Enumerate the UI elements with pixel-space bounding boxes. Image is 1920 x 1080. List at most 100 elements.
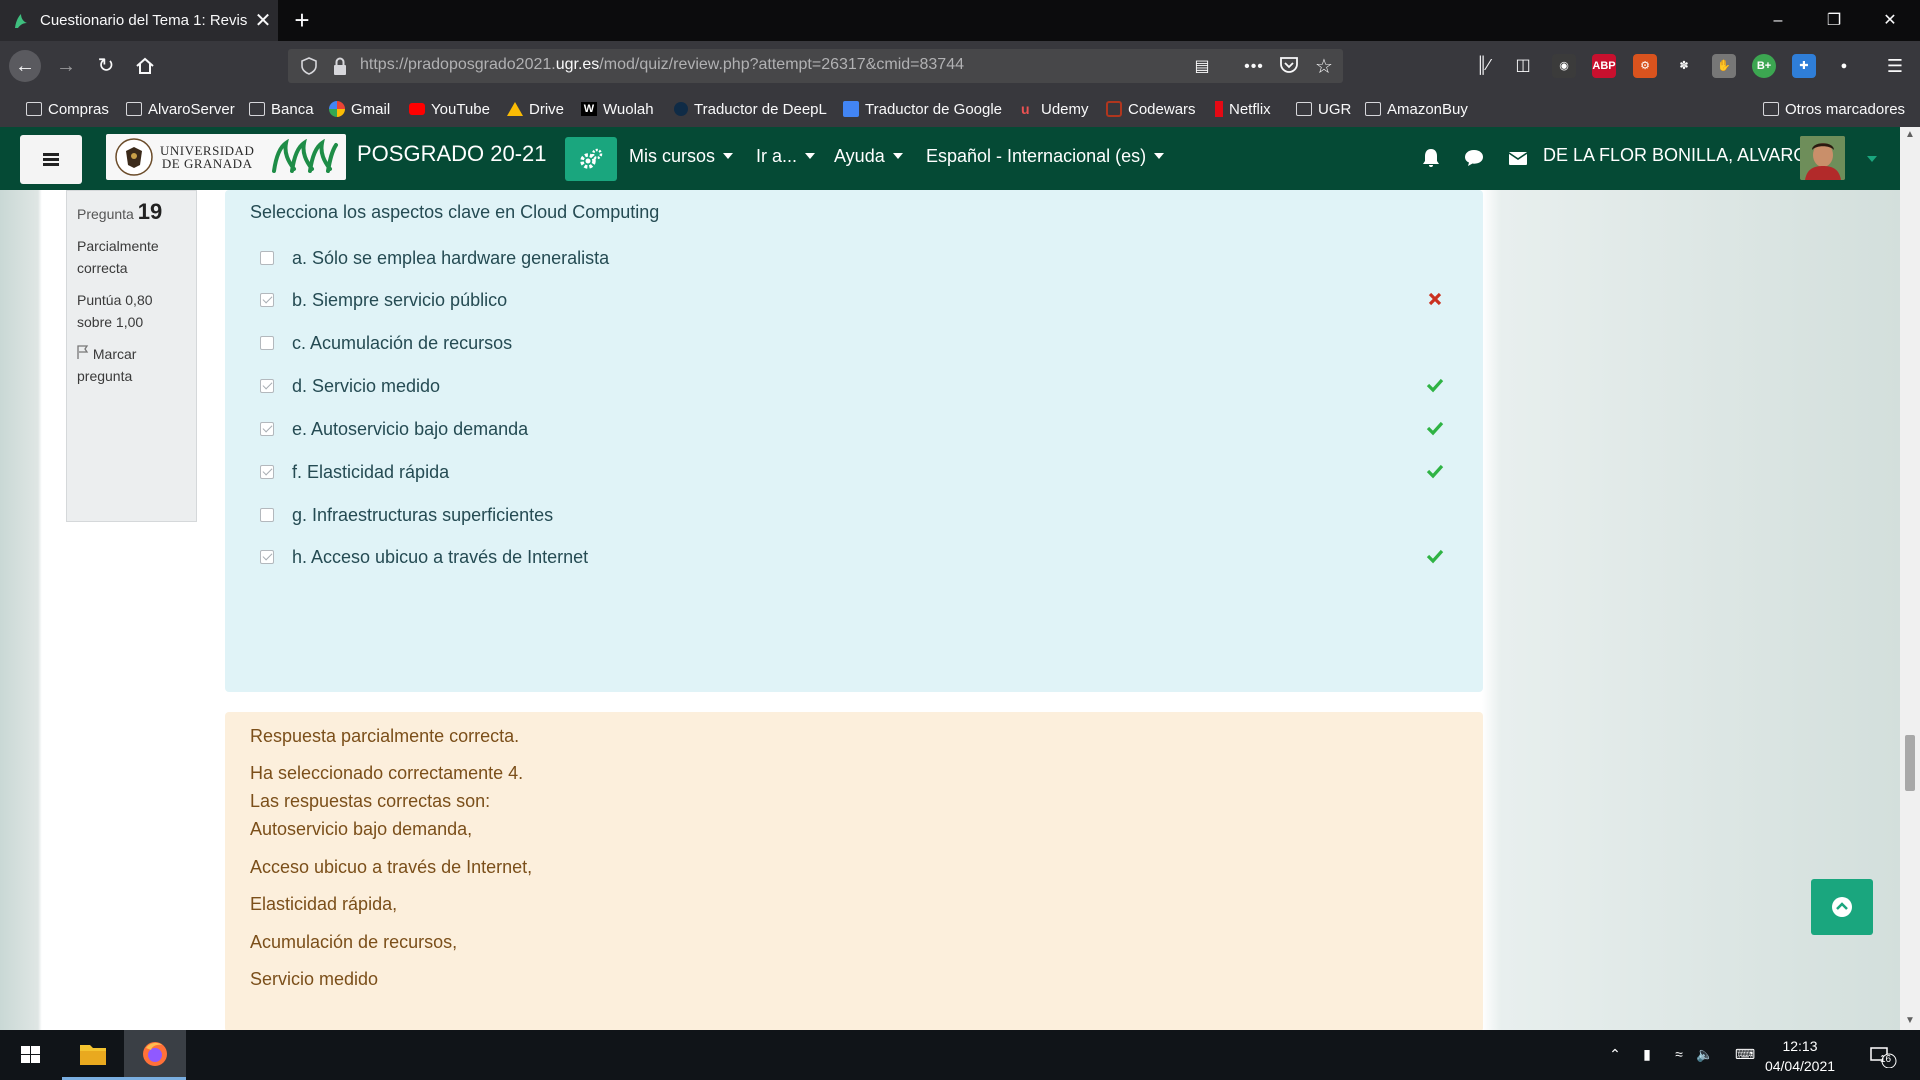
site-title[interactable]: POSGRADO 20-21: [357, 141, 547, 167]
start-button[interactable]: [0, 1030, 62, 1080]
answer-label: d. Servicio medido: [292, 375, 441, 396]
bookmark-youtube[interactable]: YouTube: [409, 91, 490, 127]
extension-hand-icon[interactable]: ✋: [1712, 54, 1736, 78]
answer-option[interactable]: b. Siempre servicio público: [260, 286, 507, 314]
user-name[interactable]: DE LA FLOR BONILLA, ALVARO: [1543, 145, 1807, 166]
adblock-plus-icon[interactable]: ABP: [1592, 54, 1616, 78]
bookmark-deepl[interactable]: Traductor de DeepL: [674, 91, 827, 127]
chevron-up-icon: [1832, 897, 1852, 917]
page-scrollbar[interactable]: ▲ ▼: [1900, 127, 1920, 1030]
sidebar-icon[interactable]: ◫: [1512, 55, 1534, 77]
url-bar[interactable]: https://pradoposgrado2021.ugr.es/mod/qui…: [288, 49, 1343, 83]
bookmark-ugr[interactable]: UGR: [1296, 91, 1351, 127]
home-button[interactable]: [129, 50, 161, 82]
menu-mis-cursos[interactable]: Mis cursos: [629, 146, 734, 167]
clock-date: 04/04/2021: [1764, 1058, 1836, 1074]
bookmark-drive[interactable]: Drive: [507, 91, 564, 127]
browser-tab-bar: Cuestionario del Tema 1: Revisi ✕ + – ❐ …: [0, 0, 1920, 41]
notification-center-button[interactable]: 16: [1866, 1046, 1900, 1069]
answer-option[interactable]: c. Acumulación de recursos: [260, 329, 512, 357]
answer-label: a. Sólo se emplea hardware generalista: [292, 247, 610, 268]
extension-tool-icon[interactable]: ✽: [1672, 54, 1696, 78]
ugr-logo-text: UNIVERSIDAD DE GRANADA: [160, 143, 255, 171]
bookmark-gmail[interactable]: Gmail: [329, 91, 390, 127]
menu-language[interactable]: Español - Internacional (es): [926, 146, 1165, 167]
wifi-icon[interactable]: ≈: [1669, 1046, 1689, 1064]
scrollbar-thumb[interactable]: [1905, 735, 1915, 791]
page-actions-icon[interactable]: •••: [1243, 56, 1265, 78]
minimize-button[interactable]: –: [1750, 0, 1806, 41]
bookmark-star-icon[interactable]: ☆: [1313, 56, 1335, 78]
taskbar-clock[interactable]: 12:13 04/04/2021: [1755, 1036, 1845, 1076]
answer-option[interactable]: g. Infraestructuras superficientes: [260, 501, 553, 529]
firefox-taskbar-button[interactable]: [124, 1030, 186, 1080]
browser-tab-active[interactable]: Cuestionario del Tema 1: Revisi ✕: [0, 0, 278, 41]
file-explorer-button[interactable]: [62, 1030, 124, 1080]
bookmark-banca[interactable]: Banca: [249, 91, 314, 127]
close-window-button[interactable]: ✕: [1862, 0, 1918, 41]
url-text[interactable]: https://pradoposgrado2021.ugr.es/mod/qui…: [360, 56, 964, 74]
extension-user-icon[interactable]: ●: [1832, 54, 1856, 78]
volume-icon[interactable]: 🔈: [1695, 1046, 1715, 1064]
battery-icon[interactable]: ▮: [1637, 1046, 1657, 1064]
answer-checkbox[interactable]: [260, 465, 274, 479]
menu-ir-a[interactable]: Ir a...: [756, 146, 816, 167]
bookmark-codewars[interactable]: Codewars: [1106, 91, 1196, 127]
extension-gear-icon[interactable]: ⚙: [1633, 54, 1657, 78]
cogs-icon: [580, 148, 603, 169]
library-icon[interactable]: ║⁄: [1472, 55, 1494, 77]
bookmark-compras[interactable]: Compras: [26, 91, 109, 127]
bookmark-label: Traductor de DeepL: [694, 100, 827, 118]
answer-checkbox[interactable]: [260, 422, 274, 436]
answer-checkbox[interactable]: [260, 336, 274, 350]
extension-bplus-icon[interactable]: B+: [1752, 54, 1776, 78]
envelope-icon[interactable]: [1507, 147, 1529, 169]
back-to-top-button[interactable]: [1811, 879, 1873, 935]
forward-button[interactable]: →: [50, 50, 82, 82]
extension-game-icon[interactable]: ◉: [1552, 54, 1576, 78]
answer-option[interactable]: a. Sólo se emplea hardware generalista: [260, 244, 609, 272]
scroll-up-arrow-icon[interactable]: ▲: [1904, 129, 1916, 141]
tray-chevron-up-icon[interactable]: ⌃: [1605, 1046, 1625, 1064]
answer-option[interactable]: e. Autoservicio bajo demanda: [260, 415, 528, 443]
answer-checkbox[interactable]: [260, 550, 274, 564]
ugr-logo[interactable]: UNIVERSIDAD DE GRANADA: [106, 134, 346, 180]
bookmark-google-translate[interactable]: Traductor de Google: [843, 91, 1002, 127]
ugr-seal-icon: [115, 138, 153, 176]
answer-option[interactable]: f. Elasticidad rápida: [260, 458, 449, 486]
flag-question-link[interactable]: Marcar pregunta: [77, 343, 186, 387]
new-tab-button[interactable]: +: [286, 4, 318, 36]
course-admin-button[interactable]: [565, 137, 617, 181]
drawer-toggle-button[interactable]: [20, 135, 82, 184]
extension-puzzle-icon[interactable]: ✚: [1792, 54, 1816, 78]
windows-logo-icon: [21, 1046, 40, 1063]
back-button[interactable]: ←: [9, 50, 41, 82]
lock-icon[interactable]: [332, 56, 348, 76]
bookmark-udemy[interactable]: u Udemy: [1021, 91, 1089, 127]
bookmark-other[interactable]: Otros marcadores: [1763, 91, 1905, 127]
posgrado-logo-icon: [272, 139, 338, 173]
user-menu-caret-icon[interactable]: [1867, 156, 1877, 162]
chat-icon[interactable]: [1463, 147, 1485, 169]
reload-button[interactable]: ↻: [90, 50, 122, 82]
restore-button[interactable]: ❐: [1806, 0, 1862, 41]
bookmark-alvaroserver[interactable]: AlvaroServer: [126, 91, 235, 127]
answer-option[interactable]: h. Acceso ubicuo a través de Internet: [260, 543, 588, 571]
tab-close-icon[interactable]: ✕: [248, 8, 278, 33]
bookmark-wuolah[interactable]: W Wuolah: [581, 91, 654, 127]
avatar[interactable]: [1800, 136, 1845, 180]
pocket-icon[interactable]: [1278, 56, 1300, 78]
answer-checkbox[interactable]: [260, 251, 274, 265]
reader-view-icon[interactable]: ▤: [1191, 56, 1213, 78]
answer-checkbox[interactable]: [260, 293, 274, 307]
answer-option[interactable]: d. Servicio medido: [260, 372, 440, 400]
answer-checkbox[interactable]: [260, 508, 274, 522]
bookmark-netflix[interactable]: Netflix: [1215, 91, 1271, 127]
menu-icon[interactable]: ☰: [1884, 55, 1906, 77]
scroll-down-arrow-icon[interactable]: ▼: [1904, 1015, 1916, 1027]
tracking-shield-icon[interactable]: [300, 57, 318, 75]
answer-checkbox[interactable]: [260, 379, 274, 393]
bell-icon[interactable]: [1420, 147, 1442, 169]
menu-ayuda[interactable]: Ayuda: [834, 146, 903, 167]
bookmark-amazonbuy[interactable]: AmazonBuy: [1365, 91, 1468, 127]
